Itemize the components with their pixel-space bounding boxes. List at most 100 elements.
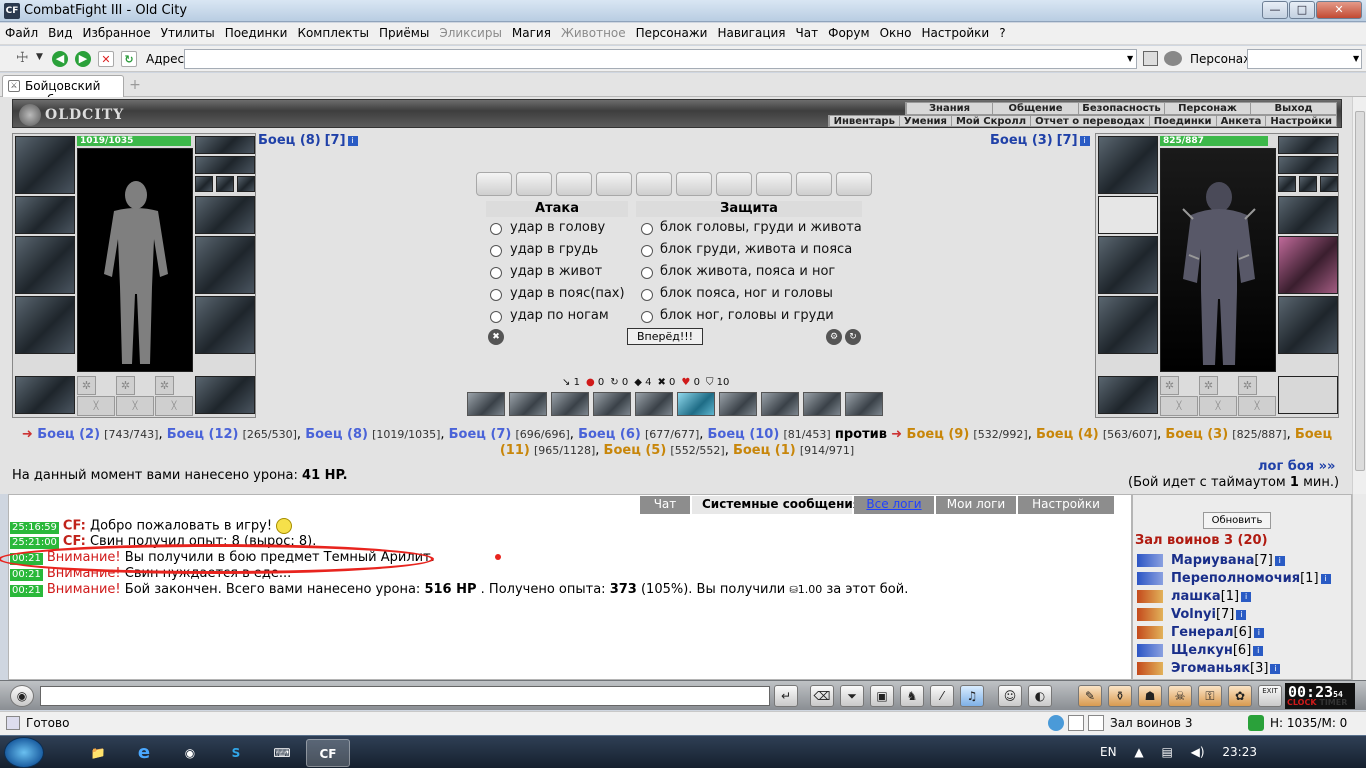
fighter-link[interactable]: Боец (7) bbox=[449, 427, 512, 442]
menu-item[interactable]: ? bbox=[994, 23, 1010, 40]
refresh-icon[interactable]: ↻ bbox=[121, 51, 137, 67]
belt-slot[interactable] bbox=[1098, 376, 1158, 414]
sub-nav-item[interactable]: Мой Скролл bbox=[950, 116, 1030, 127]
address-dropdown-icon[interactable]: ▼ bbox=[1127, 54, 1133, 63]
notes-icon[interactable] bbox=[1068, 715, 1084, 731]
legs-slot[interactable] bbox=[195, 296, 255, 354]
explorer-icon[interactable]: 📁 bbox=[76, 739, 120, 767]
player-row[interactable]: Щелкун[6] i bbox=[1137, 643, 1264, 658]
player-name[interactable]: лашка bbox=[1171, 589, 1221, 604]
menu-item[interactable]: Поединки bbox=[220, 23, 293, 40]
helmet-slot[interactable] bbox=[1098, 136, 1158, 194]
top-nav-item[interactable]: Выход bbox=[1250, 103, 1336, 114]
combatfight-task[interactable]: CF bbox=[306, 739, 350, 767]
menu-item[interactable]: Навигация bbox=[712, 23, 790, 40]
exit-button[interactable]: EXIT bbox=[1258, 685, 1282, 707]
skull-icon[interactable]: ☠ bbox=[1168, 685, 1192, 707]
shield-slot[interactable] bbox=[195, 236, 255, 294]
player-name[interactable]: Volnyi bbox=[1171, 607, 1216, 622]
fighter-link[interactable]: Боец (10) bbox=[708, 427, 780, 442]
defense-radio[interactable] bbox=[641, 267, 653, 279]
users-icon[interactable] bbox=[1164, 51, 1182, 66]
rune-slot-1[interactable]: ✲ bbox=[77, 376, 96, 395]
scroll-slot-3[interactable]: ╳ bbox=[155, 396, 193, 416]
ring-slot-2[interactable] bbox=[216, 176, 234, 192]
bracers-slot[interactable] bbox=[15, 196, 75, 234]
player-name[interactable]: Генерал bbox=[1171, 625, 1234, 640]
monster-icon[interactable]: ☗ bbox=[1138, 685, 1162, 707]
chat-tab[interactable]: Настройки bbox=[1018, 496, 1114, 514]
bracers-slot[interactable] bbox=[1098, 196, 1158, 234]
skype-icon[interactable]: S bbox=[214, 739, 258, 767]
sub-nav-item[interactable]: Умения bbox=[898, 116, 951, 127]
boots-slot[interactable] bbox=[1278, 376, 1338, 414]
gloves-slot[interactable] bbox=[195, 196, 255, 234]
info-icon[interactable]: i bbox=[1236, 609, 1247, 620]
auto-icon[interactable]: ⚙ bbox=[826, 329, 842, 345]
info-icon[interactable]: i bbox=[1274, 555, 1285, 566]
player-row[interactable]: Генерал[6] i bbox=[1137, 625, 1264, 640]
spell-slot[interactable] bbox=[845, 392, 883, 416]
fighter-link[interactable]: Боец (12) bbox=[167, 427, 239, 442]
spell-slot[interactable] bbox=[467, 392, 505, 416]
close-button[interactable]: ✕ bbox=[1316, 1, 1362, 19]
scroll-slot-2[interactable]: ╳ bbox=[1199, 396, 1237, 416]
fighter-link[interactable]: Боец (3) bbox=[1165, 427, 1228, 442]
lock-icon[interactable]: ⚿ bbox=[1198, 685, 1222, 707]
tab-fight-club[interactable]: ⚔ Бойцовский клуб bbox=[2, 75, 124, 107]
menu-item[interactable]: Файл bbox=[0, 23, 43, 40]
sub-nav-item[interactable]: Настройки bbox=[1265, 116, 1336, 127]
roster-scrollbar[interactable] bbox=[1352, 494, 1366, 680]
sub-nav-item[interactable]: Поединки bbox=[1148, 116, 1216, 127]
clock-time[interactable]: 23:23 bbox=[1222, 745, 1257, 759]
scroll-slot-1[interactable]: ╳ bbox=[77, 396, 115, 416]
maximize-button[interactable]: □ bbox=[1289, 1, 1315, 19]
defense-option-label[interactable]: блок пояса, ног и головы bbox=[660, 286, 833, 301]
empty-scroll-slot[interactable] bbox=[516, 172, 552, 196]
smiley-icon[interactable]: ☺ bbox=[998, 685, 1022, 707]
right-fighter-name[interactable]: Боец (3) [7] i bbox=[990, 133, 1090, 148]
rune-slot-3[interactable]: ✲ bbox=[1238, 376, 1257, 395]
sub-nav-item[interactable]: Анкета bbox=[1215, 116, 1266, 127]
attack-option-label[interactable]: удар по ногам bbox=[510, 308, 609, 323]
player-row[interactable]: Переполномочия[1] i bbox=[1137, 571, 1331, 586]
forward-icon[interactable]: ▶ bbox=[75, 51, 91, 67]
refresh-battle-icon[interactable]: ↻ bbox=[845, 329, 861, 345]
menu-item[interactable]: Приёмы bbox=[374, 23, 434, 40]
amulet-slot[interactable] bbox=[195, 156, 255, 174]
menu-item[interactable]: Вид bbox=[43, 23, 77, 40]
info-icon[interactable]: i bbox=[1241, 591, 1252, 602]
defense-radio[interactable] bbox=[641, 245, 653, 257]
ring-slot-3[interactable] bbox=[1320, 176, 1338, 192]
elixir-icon[interactable]: ✎ bbox=[1078, 685, 1102, 707]
spell-slot[interactable] bbox=[593, 392, 631, 416]
helmet-slot[interactable] bbox=[15, 136, 75, 194]
legs-slot[interactable] bbox=[1278, 296, 1338, 354]
ring-slot-3[interactable] bbox=[237, 176, 255, 192]
right-character-figure[interactable] bbox=[1160, 148, 1276, 372]
earrings-slot[interactable] bbox=[1278, 136, 1338, 154]
settings-icon[interactable]: ✖ bbox=[488, 329, 504, 345]
rune-slot-2[interactable]: ✲ bbox=[1199, 376, 1218, 395]
fighter-link[interactable]: Боец (2) bbox=[37, 427, 100, 442]
defense-radio[interactable] bbox=[641, 289, 653, 301]
attack-radio[interactable] bbox=[490, 267, 502, 279]
potion-icon[interactable]: ⚱ bbox=[1108, 685, 1132, 707]
send-icon[interactable]: ↵ bbox=[774, 685, 798, 707]
keyboard-icon[interactable]: ⌨ bbox=[260, 739, 304, 767]
ie-icon[interactable]: e bbox=[122, 739, 166, 767]
top-nav-item[interactable]: Знания bbox=[906, 103, 992, 114]
back-icon[interactable]: ◀ bbox=[52, 51, 68, 67]
info-icon[interactable]: i bbox=[1079, 135, 1090, 146]
empty-scroll-slot[interactable] bbox=[476, 172, 512, 196]
persona-select[interactable] bbox=[1247, 49, 1362, 69]
chat-voice-icon[interactable]: ◉ bbox=[10, 685, 34, 707]
fighter-link[interactable]: Боец (9) bbox=[907, 427, 970, 442]
spell-slot[interactable] bbox=[509, 392, 547, 416]
rune-slot-2[interactable]: ✲ bbox=[116, 376, 135, 395]
left-character-figure[interactable] bbox=[77, 148, 193, 372]
forward-button[interactable]: Вперёд!!! bbox=[627, 328, 703, 345]
spell-slot[interactable] bbox=[761, 392, 799, 416]
go-icon[interactable] bbox=[1143, 51, 1158, 66]
sub-nav-item[interactable]: Инвентарь bbox=[828, 116, 899, 127]
